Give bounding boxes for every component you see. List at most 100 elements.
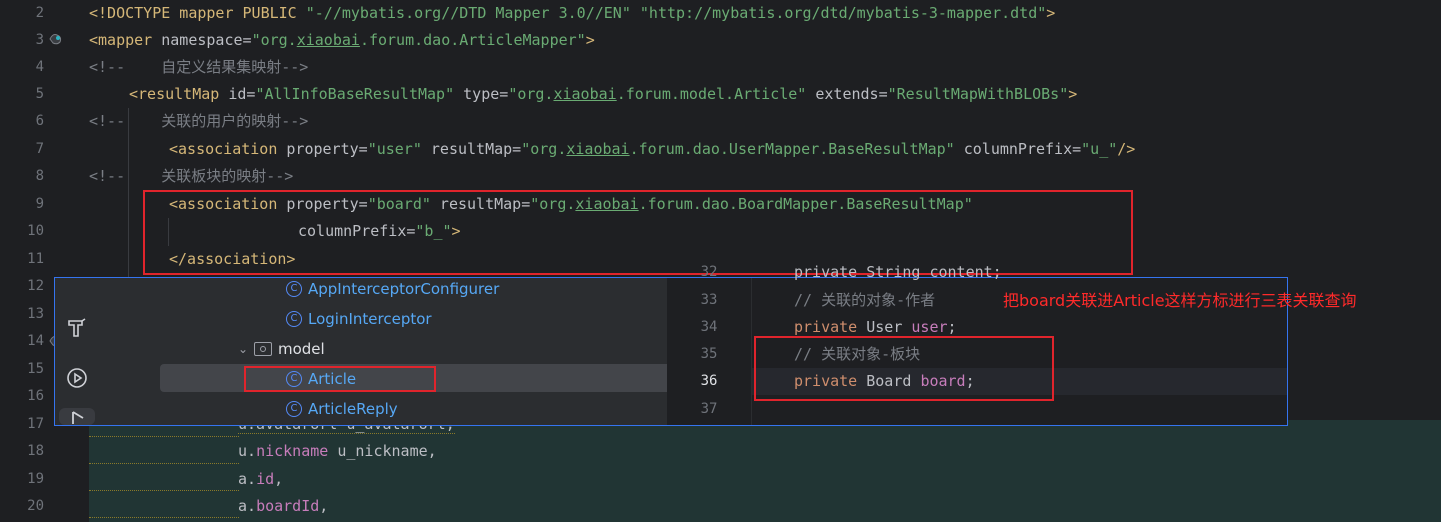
code-line-8[interactable]: <!-- 关联板块的映射--> [89, 163, 293, 190]
line-number[interactable]: 18 [0, 438, 44, 465]
line-number[interactable]: 11 [0, 246, 44, 273]
line-number[interactable]: 35 [667, 341, 751, 368]
semicolon: ; [947, 318, 957, 336]
sql-alias: a. [238, 497, 257, 515]
tree-item-label: LoginInterceptor [308, 310, 432, 328]
class-icon: C [286, 281, 302, 297]
line-number[interactable]: 20 [0, 493, 44, 520]
doctype-keyword: <!DOCTYPE mapper PUBLIC [89, 4, 306, 22]
attr-name: resultMap= [421, 140, 522, 158]
project-tree: C AppInterceptorConfigurer C LoginIntercep… [99, 278, 696, 425]
tag-open: <resultMap [129, 85, 229, 103]
tool-strip [55, 278, 99, 425]
line-number[interactable]: 4 [0, 54, 44, 81]
line-number[interactable]: 2 [0, 0, 44, 27]
mybatis-nav-icon[interactable] [48, 31, 64, 47]
attr-value-link[interactable]: xiaobai [553, 85, 616, 103]
warning-squiggle [89, 463, 239, 464]
code-line-2[interactable]: <!DOCTYPE mapper PUBLIC "-//mybatis.org/… [89, 0, 1055, 27]
line-number[interactable]: 10 [0, 218, 44, 245]
sql-field: id [256, 470, 275, 488]
line-number[interactable]: 14 [0, 328, 44, 355]
attr-value: "u_" [1081, 140, 1118, 158]
line-number[interactable]: 33 [667, 287, 751, 314]
type-name: User [857, 318, 912, 336]
line-number[interactable]: 3 [0, 27, 44, 54]
board-field-highlight-box [754, 336, 1054, 401]
warning-squiggle [89, 436, 239, 437]
warning-squiggle [89, 490, 239, 491]
attr-value-link[interactable]: xiaobai [566, 140, 629, 158]
run-tool-icon[interactable] [59, 408, 95, 425]
attr-value: "org. [521, 140, 567, 158]
tree-item-label: ArticleReply [308, 400, 398, 418]
line-number[interactable]: 12 [0, 273, 44, 300]
package-icon [254, 342, 272, 356]
line-number[interactable]: 16 [0, 383, 44, 410]
attr-value: .forum.dao.UserMapper.BaseResultMap" [629, 140, 955, 158]
tag-close: > [585, 31, 595, 49]
line-number[interactable]: 6 [0, 108, 44, 135]
code-line-4[interactable]: <!-- 自定义结果集映射--> [89, 54, 308, 81]
attr-name: type= [454, 85, 509, 103]
warning-squiggle [89, 517, 239, 518]
code-line-20[interactable]: a.boardId, [238, 493, 328, 520]
attr-value: "AllInfoBaseResultMap" [255, 85, 455, 103]
line-number[interactable]: 37 [667, 396, 751, 423]
article-highlight-box [244, 366, 436, 392]
attr-value: .forum.dao.ArticleMapper" [359, 31, 586, 49]
tree-item-articlereply[interactable]: C ArticleReply [286, 394, 398, 424]
code-line-6[interactable]: <!-- 关联的用户的映射--> [89, 108, 308, 135]
code-line-18[interactable]: u.nickname u_nickname, [238, 438, 437, 465]
code-line-3[interactable]: <mapper namespace="org.xiaobai.forum.dao… [89, 27, 595, 54]
chevron-down-icon[interactable]: ⌄ [238, 334, 254, 364]
code-line-32[interactable]: private String content; [794, 259, 1002, 286]
services-tool-icon[interactable] [59, 362, 95, 394]
tree-item-logininterceptor[interactable]: C LoginInterceptor [286, 304, 432, 334]
line-number[interactable]: 17 [0, 411, 44, 438]
sql-field: boardId [256, 497, 320, 515]
line-number[interactable]: 32 [667, 259, 751, 286]
code-line-33[interactable]: // 关联的对象-作者 [794, 287, 935, 314]
code-line-5[interactable]: <resultMap id="AllInfoBaseResultMap" typ… [129, 81, 1077, 108]
sql-rest: u_nickname, [328, 442, 437, 460]
code-line-7[interactable]: <association property="user" resultMap="… [169, 136, 1135, 163]
sql-alias: u. [238, 442, 257, 460]
line-number[interactable]: 19 [0, 466, 44, 493]
field-name: user [911, 318, 948, 336]
sql-alias: a. [238, 470, 257, 488]
attr-value: "org. [251, 31, 297, 49]
line-number[interactable]: 15 [0, 356, 44, 383]
line-number[interactable]: 8 [0, 163, 44, 190]
attr-name: columnPrefix= [954, 140, 1082, 158]
tree-item-label: model [278, 340, 325, 358]
class-icon: C [286, 311, 302, 327]
attr-value: "ResultMapWithBLOBs" [887, 85, 1069, 103]
doctype-system-id: "http://mybatis.org/dtd/mybatis-3-mapper… [639, 4, 1047, 22]
class-icon: C [286, 401, 302, 417]
line-number[interactable]: 5 [0, 81, 44, 108]
tree-item-appinterceptorconfigurer[interactable]: C AppInterceptorConfigurer [286, 274, 499, 304]
line-number[interactable]: 13 [0, 301, 44, 328]
gutter-separator [751, 278, 752, 425]
line-number[interactable]: 34 [667, 314, 751, 341]
keyword: private [794, 318, 858, 336]
tree-item-model[interactable]: ⌄ model [238, 334, 325, 364]
attr-value-link[interactable]: xiaobai [297, 31, 360, 49]
attr-value: "user" [367, 140, 422, 158]
doctype-public-id: "-//mybatis.org//DTD Mapper 3.0//EN" [305, 4, 631, 22]
code-line-19[interactable]: a.id, [238, 466, 283, 493]
sql-rest: , [274, 470, 284, 488]
line-number[interactable]: 7 [0, 136, 44, 163]
tag-close: > [1068, 85, 1078, 103]
attr-name: namespace= [161, 31, 252, 49]
line-number[interactable]: 9 [0, 191, 44, 218]
attr-value: .forum.model.Article" [616, 85, 807, 103]
line-number[interactable]: 36 [667, 368, 751, 395]
tag-open: <association [169, 140, 287, 158]
build-tool-icon[interactable] [59, 312, 95, 344]
sql-rest: , [319, 497, 329, 515]
tag-close: /> [1117, 140, 1136, 158]
tag-open: <mapper [89, 31, 162, 49]
